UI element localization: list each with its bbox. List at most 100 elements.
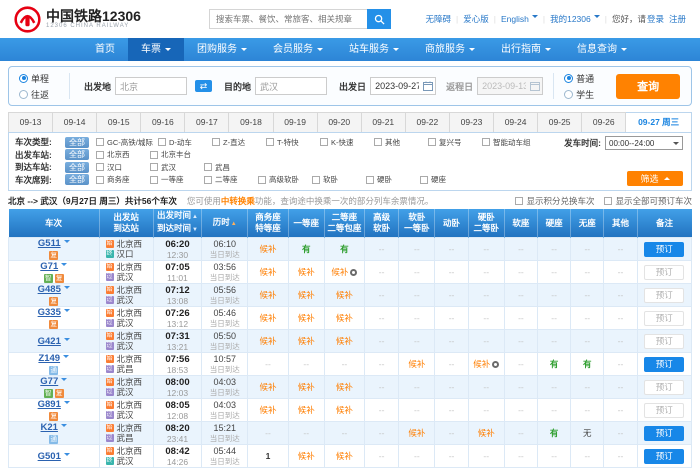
nav-item-3[interactable]: 会员服务 bbox=[260, 38, 336, 61]
filter-option-武昌[interactable]: 武昌 bbox=[204, 162, 258, 173]
train-number-link[interactable]: G485 bbox=[38, 284, 61, 295]
sort-desc-icon[interactable]: ▼ bbox=[192, 227, 198, 233]
depart-time-select[interactable]: 00:00--24:00 bbox=[605, 136, 683, 150]
date-tab-09-15[interactable]: 09-15 bbox=[97, 112, 141, 133]
expand-train-icon[interactable] bbox=[64, 309, 70, 315]
top-link-1[interactable]: 爱心版 bbox=[463, 13, 489, 25]
date-tab-09-27[interactable]: 09-27 周三 bbox=[626, 112, 692, 133]
transfer-link[interactable]: 中转换乘 bbox=[221, 196, 255, 206]
date-tab-09-17[interactable]: 09-17 bbox=[185, 112, 229, 133]
checkbox[interactable] bbox=[420, 176, 428, 184]
filter-all-button[interactable]: 全部 bbox=[65, 174, 89, 185]
checkbox[interactable] bbox=[204, 163, 212, 171]
top-link-3[interactable]: 我的12306 bbox=[550, 13, 600, 25]
nav-item-2[interactable]: 团购服务 bbox=[184, 38, 260, 61]
checkbox[interactable] bbox=[428, 138, 436, 146]
train-number-link[interactable]: Z149 bbox=[38, 353, 60, 364]
filter-option-复兴号[interactable]: 复兴号 bbox=[428, 137, 482, 148]
train-number-link[interactable]: G501 bbox=[38, 451, 61, 462]
return-date-input[interactable] bbox=[477, 77, 543, 95]
filter-all-button[interactable]: 全部 bbox=[65, 149, 89, 160]
expand-train-icon[interactable] bbox=[61, 263, 67, 269]
filter-option-Z-直达[interactable]: Z-直达 bbox=[212, 137, 266, 148]
date-tab-09-13[interactable]: 09-13 bbox=[8, 112, 53, 133]
filter-option-北京丰台[interactable]: 北京丰台 bbox=[150, 149, 204, 160]
filter-option-T-特快[interactable]: T-特快 bbox=[266, 137, 320, 148]
show-all-bookable-option[interactable]: 显示全部可预订车次 bbox=[604, 195, 692, 207]
date-tab-09-25[interactable]: 09-25 bbox=[538, 112, 582, 133]
expand-train-icon[interactable] bbox=[61, 378, 67, 384]
filter-option-高级软卧[interactable]: 高级软卧 bbox=[258, 174, 312, 185]
filter-option-北京西[interactable]: 北京西 bbox=[96, 149, 150, 160]
from-input[interactable] bbox=[115, 77, 187, 95]
nav-item-1[interactable]: 车票 bbox=[128, 38, 184, 61]
checkbox[interactable] bbox=[96, 151, 104, 159]
expand-train-icon[interactable] bbox=[61, 424, 67, 430]
checkbox[interactable] bbox=[482, 138, 490, 146]
filter-option-硬座[interactable]: 硬座 bbox=[420, 174, 474, 185]
train-number-link[interactable]: G511 bbox=[38, 238, 61, 249]
depart-date-input[interactable] bbox=[370, 77, 436, 95]
filter-option-商务座[interactable]: 商务座 bbox=[96, 174, 150, 185]
round-trip-option[interactable]: 往返 bbox=[19, 88, 49, 101]
checkbox[interactable] bbox=[204, 176, 212, 184]
login-link[interactable]: 登录 bbox=[647, 13, 664, 25]
train-number-link[interactable]: G71 bbox=[40, 261, 58, 272]
date-tab-09-14[interactable]: 09-14 bbox=[53, 112, 97, 133]
book-button[interactable]: 预订 bbox=[644, 311, 684, 326]
date-tab-09-21[interactable]: 09-21 bbox=[362, 112, 406, 133]
book-button[interactable]: 预订 bbox=[644, 288, 684, 303]
query-button[interactable]: 查询 bbox=[616, 74, 680, 99]
book-button[interactable]: 预订 bbox=[644, 357, 684, 372]
date-tab-09-26[interactable]: 09-26 bbox=[582, 112, 626, 133]
filter-option-二等座[interactable]: 二等座 bbox=[204, 174, 258, 185]
date-tab-09-20[interactable]: 09-20 bbox=[318, 112, 362, 133]
search-button[interactable] bbox=[367, 9, 391, 29]
checkbox[interactable] bbox=[96, 163, 104, 171]
search-input[interactable] bbox=[209, 9, 367, 29]
filter-option-其他[interactable]: 其他 bbox=[374, 137, 428, 148]
filter-option-硬卧[interactable]: 硬卧 bbox=[366, 174, 420, 185]
nav-item-4[interactable]: 站车服务 bbox=[336, 38, 412, 61]
filter-option-武汉[interactable]: 武汉 bbox=[150, 162, 204, 173]
checkbox[interactable] bbox=[212, 138, 220, 146]
filter-option-GC-高铁/城际[interactable]: GC-高铁/城际 bbox=[96, 137, 158, 148]
expand-train-icon[interactable] bbox=[64, 286, 70, 292]
date-tab-09-22[interactable]: 09-22 bbox=[406, 112, 450, 133]
checkbox[interactable] bbox=[266, 138, 274, 146]
expand-train-icon[interactable] bbox=[63, 355, 69, 361]
date-tab-09-18[interactable]: 09-18 bbox=[229, 112, 273, 133]
filter-option-D-动车[interactable]: D-动车 bbox=[158, 137, 212, 148]
filter-all-button[interactable]: 全部 bbox=[65, 162, 89, 173]
expand-train-icon[interactable] bbox=[64, 240, 70, 246]
checkbox[interactable] bbox=[258, 176, 266, 184]
checkbox[interactable] bbox=[374, 138, 382, 146]
expand-train-icon[interactable] bbox=[64, 401, 70, 407]
checkbox[interactable] bbox=[312, 176, 320, 184]
nav-item-5[interactable]: 商旅服务 bbox=[412, 38, 488, 61]
sort-asc-icon[interactable]: ▲ bbox=[192, 214, 198, 220]
filter-option-K-快速[interactable]: K-快速 bbox=[320, 137, 374, 148]
expand-train-icon[interactable] bbox=[64, 453, 70, 459]
sort-asc-icon[interactable]: ▲ bbox=[231, 221, 237, 227]
book-button[interactable]: 预订 bbox=[644, 242, 684, 257]
to-input[interactable] bbox=[255, 77, 327, 95]
filter-all-button[interactable]: 全部 bbox=[65, 137, 89, 148]
nav-item-0[interactable]: 首页 bbox=[82, 38, 128, 61]
train-number-link[interactable]: K21 bbox=[41, 422, 58, 433]
logo[interactable]: 中国铁路12306 12306 CHINA RAILWAY bbox=[14, 6, 179, 33]
one-way-option[interactable]: 单程 bbox=[19, 72, 49, 85]
register-link[interactable]: 注册 bbox=[669, 13, 686, 25]
book-button[interactable]: 预订 bbox=[644, 265, 684, 280]
checkbox[interactable] bbox=[96, 176, 104, 184]
student-ticket-radio[interactable] bbox=[564, 90, 573, 99]
show-all-bookable-checkbox[interactable] bbox=[604, 197, 612, 205]
filter-option-一等座[interactable]: 一等座 bbox=[150, 174, 204, 185]
points-exchange-checkbox[interactable] bbox=[515, 197, 523, 205]
round-trip-radio[interactable] bbox=[19, 90, 28, 99]
train-number-link[interactable]: G891 bbox=[38, 399, 61, 410]
date-tab-09-23[interactable]: 09-23 bbox=[450, 112, 494, 133]
normal-ticket-radio[interactable] bbox=[564, 74, 573, 83]
checkbox[interactable] bbox=[96, 138, 104, 146]
normal-ticket-option[interactable]: 普通 bbox=[564, 72, 594, 85]
